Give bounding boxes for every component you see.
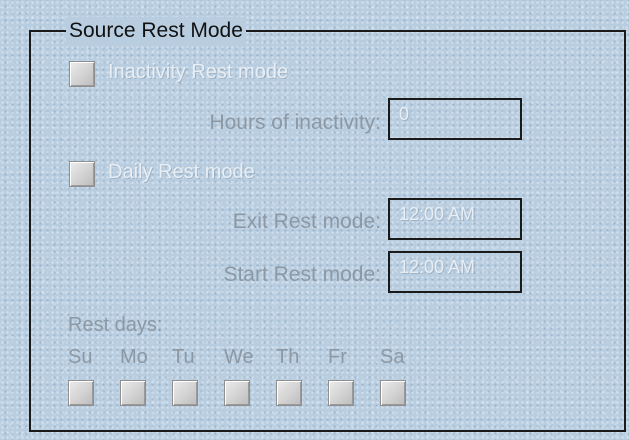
rest-day-saturday: Sa [380,346,420,406]
day-label-su: Su [68,346,93,368]
exit-rest-mode-time-input[interactable]: 12:00 AM [388,198,522,240]
rest-day-friday: Fr [328,346,368,406]
day-label-mo: Mo [120,346,148,368]
day-label-we: We [224,346,254,368]
start-rest-mode-label: Start Rest mode: [223,263,381,286]
rest-day-monday-checkbox[interactable] [120,380,146,406]
rest-days-label: Rest days: [68,314,163,336]
inactivity-rest-mode-label: Inactivity Rest mode [108,61,289,83]
rest-day-friday-checkbox[interactable] [328,380,354,406]
rest-day-monday: Mo [120,346,160,406]
exit-rest-mode-label: Exit Rest mode: [232,210,381,233]
day-label-sa: Sa [380,346,405,368]
rest-day-sunday-checkbox[interactable] [68,380,94,406]
day-label-fr: Fr [328,346,347,368]
groupbox-title: Source Rest Mode [66,17,246,45]
daily-rest-mode-checkbox[interactable] [69,161,95,187]
day-label-tu: Tu [172,346,195,368]
inactivity-rest-mode-checkbox[interactable] [69,61,95,87]
rest-day-tuesday: Tu [172,346,212,406]
rest-day-thursday: Th [276,346,316,406]
day-label-th: Th [276,346,300,368]
rest-day-wednesday: We [224,346,264,406]
rest-day-thursday-checkbox[interactable] [276,380,302,406]
rest-day-sunday: Su [68,346,108,406]
rest-day-tuesday-checkbox[interactable] [172,380,198,406]
daily-rest-mode-label: Daily Rest mode [108,161,255,183]
hours-of-inactivity-input[interactable]: 0 [388,98,522,140]
rest-day-wednesday-checkbox[interactable] [224,380,250,406]
start-rest-mode-time-input[interactable]: 12:00 AM [388,251,522,293]
hours-of-inactivity-label: Hours of inactivity: [209,111,381,134]
rest-day-saturday-checkbox[interactable] [380,380,406,406]
